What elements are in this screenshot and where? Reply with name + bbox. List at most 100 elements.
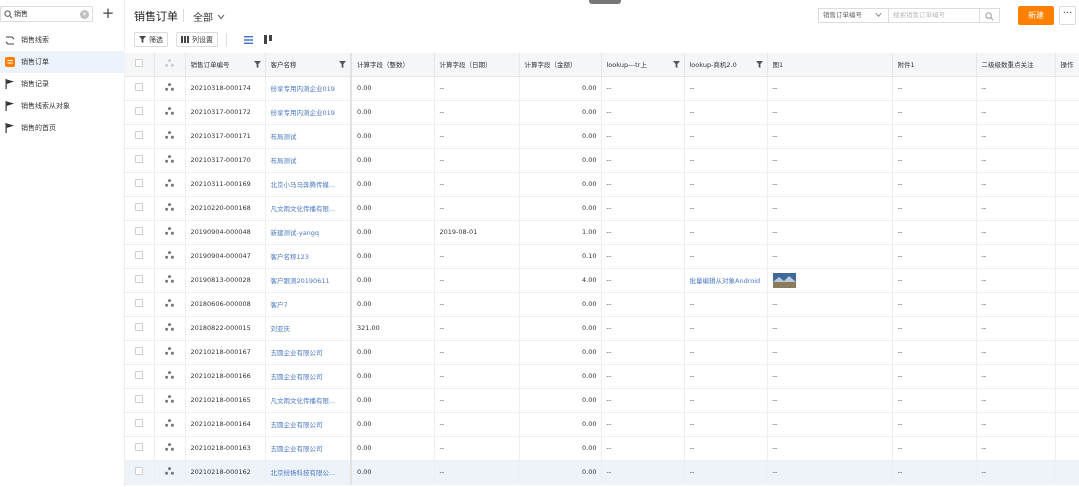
table-row[interactable]: 20210218-000163 五圆企业有限公司 0.00 -- 0.00 -- -- -- -… bbox=[125, 436, 1079, 461]
col-header-calc-int[interactable]: 计算字段（整数） bbox=[351, 53, 435, 77]
customer-link[interactable]: 凡文雨文化传播有限... bbox=[265, 388, 352, 413]
order-no-cell[interactable]: 20190904-000047 bbox=[185, 244, 266, 269]
order-no-cell[interactable]: 20180822-000015 bbox=[185, 316, 266, 341]
row-checkbox[interactable] bbox=[135, 83, 144, 91]
collapse-handle[interactable] bbox=[589, 0, 621, 4]
col-header-attachment[interactable]: 附件1 bbox=[892, 53, 977, 77]
customer-link[interactable]: 客户7 bbox=[265, 292, 352, 317]
customer-link[interactable]: 五圆企业有限公司 bbox=[265, 436, 352, 461]
table-row[interactable]: 20190813-000028 客户跟测20190611 0.00 -- 4.00 -- 批… bbox=[125, 268, 1079, 293]
row-checkbox[interactable] bbox=[135, 347, 144, 355]
col-header-lookup-tr[interactable]: lookup---tr上 bbox=[601, 53, 685, 77]
hierarchy-icon[interactable] bbox=[165, 83, 174, 91]
row-checkbox[interactable] bbox=[135, 227, 144, 235]
hierarchy-icon[interactable] bbox=[165, 323, 174, 331]
table-row[interactable]: 20210317-000172 纷享专用内测企业019 0.00 -- 0.00 -- --… bbox=[125, 100, 1079, 125]
row-checkbox[interactable] bbox=[135, 155, 144, 163]
search-field-select[interactable]: 销售订单编号 bbox=[818, 8, 888, 23]
filter-button[interactable]: 筛选 bbox=[134, 32, 168, 47]
order-no-cell[interactable]: 20180606-000008 bbox=[185, 292, 266, 317]
col-header-image[interactable]: 图1 bbox=[767, 53, 893, 77]
order-no-cell[interactable]: 20210218-000166 bbox=[185, 364, 266, 389]
filter-icon[interactable] bbox=[755, 61, 763, 68]
table-row[interactable]: 20190904-000047 客户名称123 0.00 -- 0.10 -- -- -- --… bbox=[125, 244, 1079, 269]
table-row[interactable]: 20210218-000165 凡文雨文化传播有限... 0.00 -- 0.00 -- -… bbox=[125, 388, 1079, 413]
col-header-calc-date[interactable]: 计算字段（日期） bbox=[434, 53, 520, 77]
table-row[interactable]: 20190904-000048 新建测试-yangq 0.00 2019-08-01 1… bbox=[125, 220, 1079, 245]
order-no-cell[interactable]: 20190904-000048 bbox=[185, 220, 266, 245]
select-all-checkbox[interactable] bbox=[135, 59, 144, 68]
new-button[interactable]: 新建 bbox=[1018, 6, 1054, 25]
customer-link[interactable]: 五圆企业有限公司 bbox=[265, 364, 352, 389]
order-no-cell[interactable]: 20210311-000169 bbox=[185, 172, 266, 197]
hierarchy-icon[interactable] bbox=[165, 275, 174, 283]
row-checkbox[interactable] bbox=[135, 275, 144, 283]
table-row[interactable]: 20210218-000162 北京纷扬科技有限公... 0.00 -- 0.00 -- -… bbox=[125, 460, 1079, 485]
row-checkbox[interactable] bbox=[135, 419, 144, 427]
row-checkbox[interactable] bbox=[135, 299, 144, 307]
lookup-opportunity-cell[interactable]: 批量编辑从对象Android bbox=[684, 268, 768, 293]
row-checkbox[interactable] bbox=[135, 131, 144, 139]
hierarchy-icon[interactable] bbox=[165, 131, 174, 139]
table-row[interactable]: 20180606-000008 客户7 0.00 -- 0.00 -- -- -- -- -- bbox=[125, 292, 1079, 317]
search-input[interactable]: 搜索销售订单编号 bbox=[888, 8, 980, 23]
table-row[interactable]: 20210218-000167 五圆企业有限公司 0.00 -- 0.00 -- -- -- -… bbox=[125, 340, 1079, 365]
column-settings-button[interactable]: 列设置 bbox=[176, 32, 218, 47]
row-checkbox[interactable] bbox=[135, 395, 144, 403]
hierarchy-icon[interactable] bbox=[165, 179, 174, 187]
customer-link[interactable]: 纷享专用内测企业019 bbox=[265, 76, 352, 101]
sidebar-item-4[interactable]: 销售的首页 bbox=[0, 117, 125, 139]
col-header-customer[interactable]: 客户名称 bbox=[265, 53, 352, 77]
view-select[interactable]: 全部 bbox=[193, 9, 225, 24]
sidebar-item-0[interactable]: 销售线索 bbox=[0, 29, 125, 51]
more-button[interactable]: ··· bbox=[1059, 6, 1076, 25]
row-checkbox[interactable] bbox=[135, 443, 144, 451]
order-no-cell[interactable]: 20210218-000164 bbox=[185, 412, 266, 437]
sidebar-item-3[interactable]: 销售线索从对象 bbox=[0, 95, 125, 117]
customer-link[interactable]: 客户名称123 bbox=[265, 244, 352, 269]
customer-link[interactable]: 布局测试 bbox=[265, 124, 352, 149]
hierarchy-icon[interactable] bbox=[165, 227, 174, 235]
filter-icon[interactable] bbox=[253, 61, 261, 68]
hierarchy-icon[interactable] bbox=[165, 443, 174, 451]
customer-link[interactable]: 北京小马马奔腾传媒... bbox=[265, 172, 352, 197]
hierarchy-icon[interactable] bbox=[165, 107, 174, 115]
sidebar-item-1[interactable]: 销售订单 bbox=[0, 51, 125, 73]
order-no-cell[interactable]: 20210218-000163 bbox=[185, 436, 266, 461]
order-no-cell[interactable]: 20210317-000172 bbox=[185, 100, 266, 125]
sidebar-item-2[interactable]: 销售记录 bbox=[0, 73, 125, 95]
table-row[interactable]: 20210220-000168 凡文雨文化传播有限... 0.00 -- 0.00 -- -… bbox=[125, 196, 1079, 221]
customer-link[interactable]: 纷享专用内测企业019 bbox=[265, 100, 352, 125]
hierarchy-icon[interactable] bbox=[165, 155, 174, 163]
sidebar-search-box[interactable]: ✕ bbox=[0, 6, 93, 22]
order-no-cell[interactable]: 20210317-000170 bbox=[185, 148, 266, 173]
kanban-view-icon[interactable] bbox=[260, 32, 275, 47]
customer-link[interactable]: 新建测试-yangq bbox=[265, 220, 352, 245]
hierarchy-icon[interactable] bbox=[165, 347, 174, 355]
col-header-level[interactable]: 二级级数重点关注 bbox=[976, 53, 1056, 77]
table-row[interactable]: 20210317-000171 布局测试 0.00 -- 0.00 -- -- -- -- -- bbox=[125, 124, 1079, 149]
hierarchy-icon[interactable] bbox=[165, 419, 174, 427]
row-checkbox[interactable] bbox=[135, 323, 144, 331]
row-checkbox[interactable] bbox=[135, 203, 144, 211]
hierarchy-icon[interactable] bbox=[165, 395, 174, 403]
clear-icon[interactable]: ✕ bbox=[80, 10, 89, 19]
row-checkbox[interactable] bbox=[135, 371, 144, 379]
hierarchy-icon[interactable] bbox=[165, 467, 174, 475]
table-row[interactable]: 20210311-000169 北京小马马奔腾传媒... 0.00 -- 0.00 -- -… bbox=[125, 172, 1079, 197]
table-row[interactable]: 20210317-000170 布局测试 0.00 -- 0.00 -- -- -- -- -- bbox=[125, 148, 1079, 173]
sidebar-search-input[interactable] bbox=[14, 8, 78, 20]
customer-link[interactable]: 北京纷扬科技有限公... bbox=[265, 460, 352, 485]
hierarchy-icon[interactable] bbox=[165, 371, 174, 379]
hierarchy-icon[interactable] bbox=[165, 203, 174, 211]
row-checkbox[interactable] bbox=[135, 107, 144, 115]
hierarchy-icon[interactable] bbox=[165, 299, 174, 307]
order-no-cell[interactable]: 20210317-000171 bbox=[185, 124, 266, 149]
customer-link[interactable]: 五圆企业有限公司 bbox=[265, 412, 352, 437]
row-checkbox[interactable] bbox=[135, 251, 144, 259]
order-no-cell[interactable]: 20210218-000167 bbox=[185, 340, 266, 365]
col-header-calc-amount[interactable]: 计算字段（金额） bbox=[519, 53, 602, 77]
col-header-order-no[interactable]: 销售订单编号 bbox=[185, 53, 266, 77]
customer-link[interactable]: 布局测试 bbox=[265, 148, 352, 173]
hierarchy-icon[interactable] bbox=[165, 251, 174, 259]
